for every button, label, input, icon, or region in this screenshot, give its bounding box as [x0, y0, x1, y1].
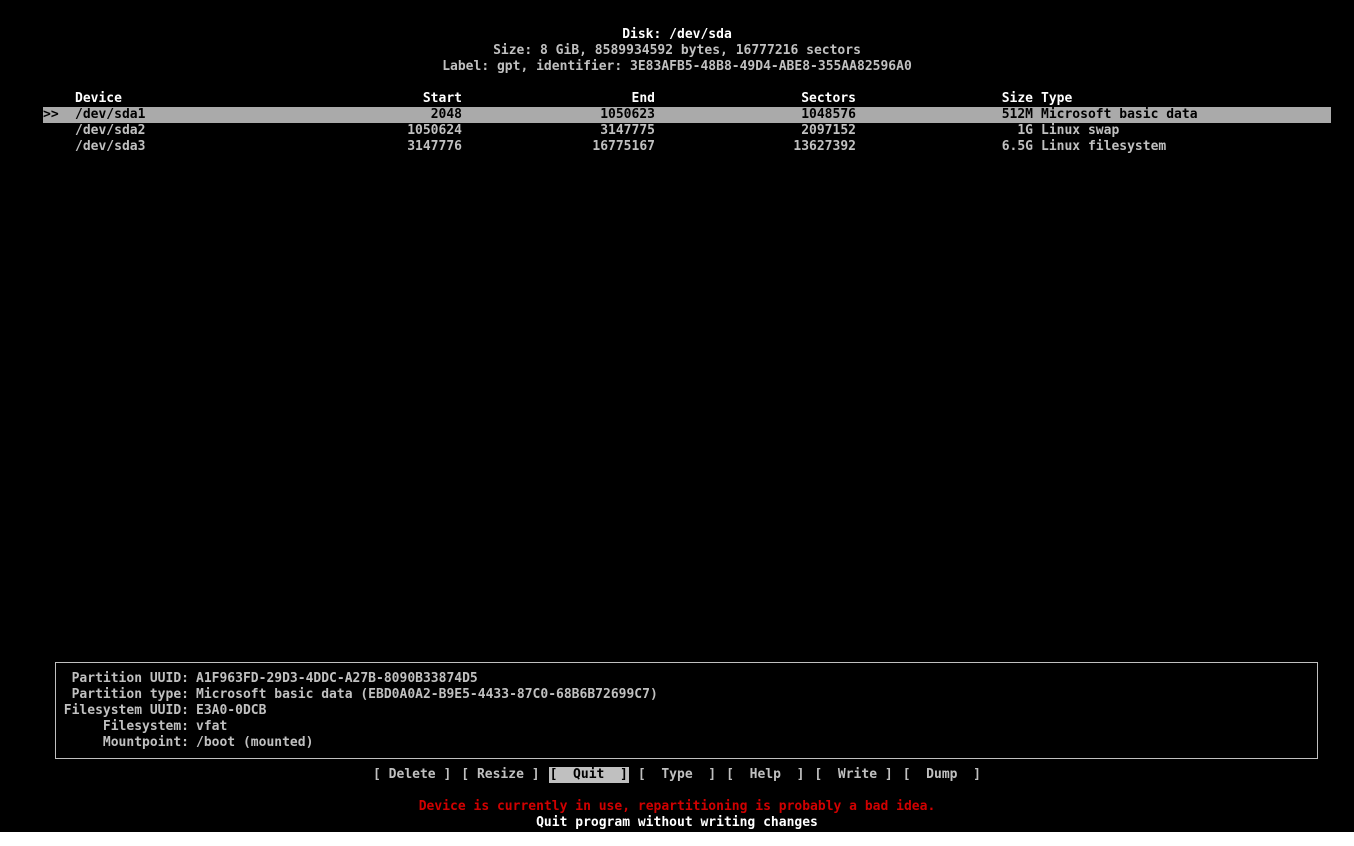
filesystem-uuid-value: E3A0-0DCB	[196, 703, 267, 718]
filesystem-label: Filesystem:	[102, 719, 189, 734]
menu-type-button[interactable]: [ Type ]	[637, 767, 717, 783]
cfdisk-terminal: Disk: /dev/sda Size: 8 GiB, 8589934592 b…	[0, 0, 1354, 832]
disk-label-info: Label: gpt, identifier: 3E83AFB5-48B8-49…	[442, 59, 912, 74]
partition-info-panel: Partition UUID: A1F963FD-29D3-4DDC-A27B-…	[55, 662, 1318, 759]
filesystem-value: vfat	[196, 719, 228, 734]
partition-row-2[interactable]: /dev/sda2 1050624 3147775 2097152 1G Linux sw…	[43, 123, 1331, 139]
row-cursor: >>	[43, 107, 59, 122]
menu-resize-button[interactable]: [ Resize ]	[460, 767, 540, 783]
row-device: /dev/sda3	[75, 139, 146, 154]
row-sectors: 2097152	[801, 123, 856, 138]
column-start: Start	[422, 91, 462, 106]
menu-dump-button[interactable]: [ Dump ]	[902, 767, 982, 783]
column-type: Type	[1041, 91, 1073, 106]
partition-row-3[interactable]: /dev/sda3 3147776 16775167 13627392 6.5G Linu…	[43, 139, 1331, 155]
row-type: Microsoft basic data	[1041, 107, 1198, 122]
menu-delete-button[interactable]: [ Delete ]	[372, 767, 452, 783]
row-type: Linux filesystem	[1041, 139, 1167, 154]
mountpoint-label: Mountpoint:	[102, 735, 189, 750]
partition-uuid-value: A1F963FD-29D3-4DDC-A27B-8090B33874D5	[196, 671, 478, 686]
row-start: 3147776	[407, 139, 462, 154]
menu-quit-button[interactable]: [ Quit ]	[548, 767, 629, 783]
column-size: Size	[1001, 91, 1033, 106]
disk-title: Disk: /dev/sda	[622, 27, 732, 42]
row-end: 3147775	[600, 123, 655, 138]
row-sectors: 1048576	[801, 107, 856, 122]
row-end: 1050623	[600, 107, 655, 122]
row-sectors: 13627392	[793, 139, 856, 154]
row-type: Linux swap	[1041, 123, 1120, 138]
warning-message: Device is currently in use, repartitioni…	[418, 799, 936, 814]
column-end: End	[631, 91, 655, 106]
filesystem-uuid-label: Filesystem UUID:	[63, 703, 189, 718]
column-device: Device	[75, 91, 122, 106]
partition-uuid-label: Partition UUID:	[71, 671, 189, 686]
row-start: 1050624	[407, 123, 462, 138]
partition-type-value: Microsoft basic data (EBD0A0A2-B9E5-4433…	[196, 687, 658, 702]
partition-row-1[interactable]: >> /dev/sda1 2048 1050623 1048576 512M Microso…	[43, 107, 1331, 123]
mountpoint-value: /boot (mounted)	[196, 735, 314, 750]
status-hint: Quit program without writing changes	[536, 815, 818, 830]
menu-help-button[interactable]: [ Help ]	[725, 767, 805, 783]
row-size: 1G	[1017, 123, 1033, 138]
column-sectors: Sectors	[801, 91, 856, 106]
partition-type-label: Partition type:	[71, 687, 189, 702]
row-device: /dev/sda1	[75, 107, 146, 122]
menu-write-button[interactable]: [ Write ]	[813, 767, 893, 783]
row-start: 2048	[430, 107, 462, 122]
row-device: /dev/sda2	[75, 123, 146, 138]
row-size: 6.5G	[1001, 139, 1033, 154]
row-size: 512M	[1001, 107, 1033, 122]
action-menu: [ Delete ] [ Resize ] [ Quit ] [ Type ] [ He…	[0, 767, 1354, 783]
disk-size-info: Size: 8 GiB, 8589934592 bytes, 16777216 …	[493, 43, 861, 58]
row-end: 16775167	[592, 139, 655, 154]
